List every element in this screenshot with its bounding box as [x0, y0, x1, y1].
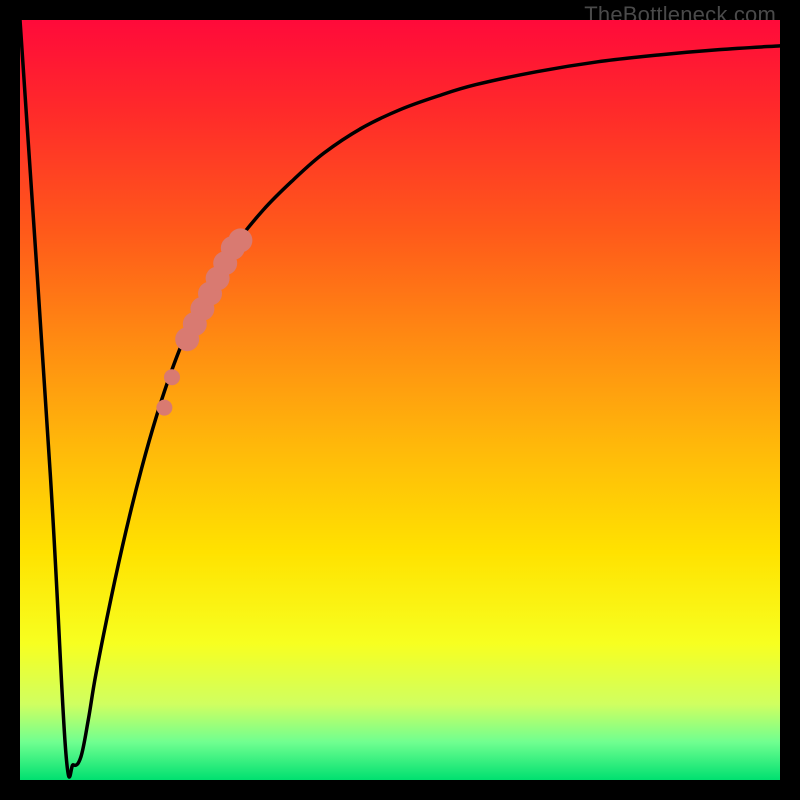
- curve-layer: [20, 20, 780, 780]
- chart-frame: TheBottleneck.com: [0, 0, 800, 800]
- highlight-marker: [228, 228, 252, 252]
- plot-area: [20, 20, 780, 780]
- bottleneck-curve: [20, 20, 780, 777]
- highlight-marker: [164, 369, 180, 385]
- highlight-markers: [156, 228, 252, 415]
- highlight-marker: [156, 400, 172, 416]
